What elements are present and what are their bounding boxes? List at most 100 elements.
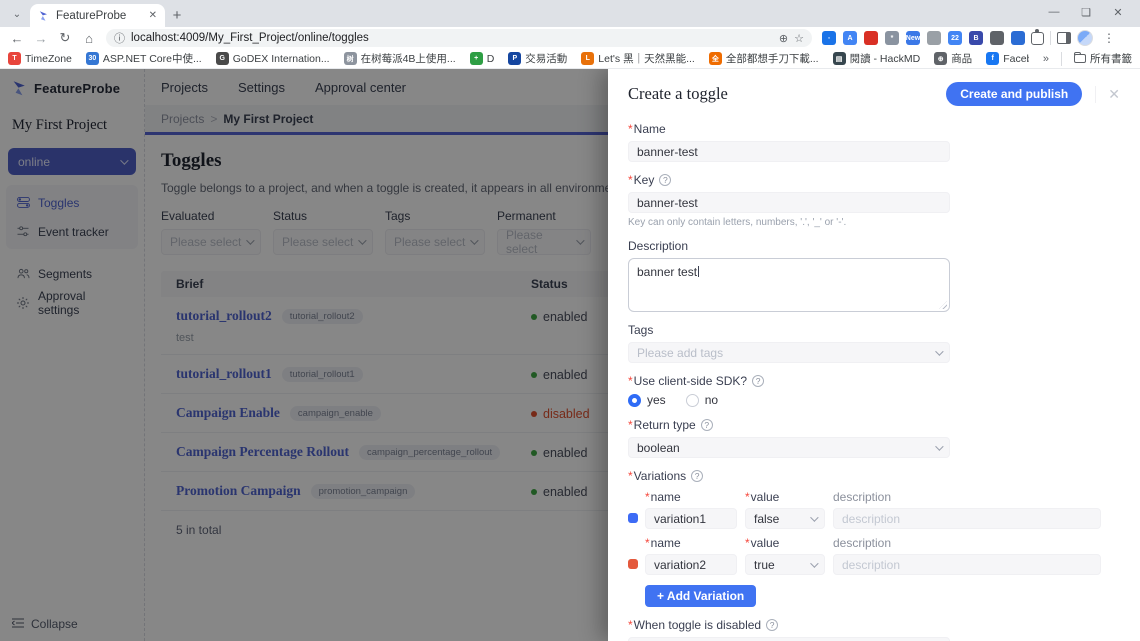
- variation-value-label: value: [745, 536, 780, 550]
- bookmark-item[interactable]: 30 ASP.NET Core中使...: [85, 51, 202, 66]
- name-input[interactable]: [628, 141, 950, 162]
- variation-value: true: [754, 557, 775, 572]
- name-section: Name: [628, 122, 1120, 162]
- extension-icon[interactable]: [864, 31, 878, 45]
- bookmark-item[interactable]: 树 在树莓派4B上使用...: [343, 51, 456, 66]
- bookmark-label: 商品: [951, 53, 973, 65]
- help-icon[interactable]: ?: [766, 619, 779, 631]
- minimize-button[interactable]: —: [1038, 0, 1070, 24]
- home-icon[interactable]: ⌂: [78, 29, 100, 47]
- bookmark-favicon: L: [581, 52, 595, 65]
- url-text[interactable]: localhost:4009/My_First_Project/online/t…: [131, 32, 773, 44]
- bookmark-item[interactable]: G GoDEX Internation...: [215, 52, 330, 65]
- bookmark-label: 在树莓派4B上使用...: [360, 53, 456, 65]
- extension-icon[interactable]: A: [843, 31, 857, 45]
- close-window-button[interactable]: ✕: [1102, 0, 1134, 24]
- close-drawer-icon[interactable]: ✕: [1095, 85, 1120, 103]
- extension-icon[interactable]: 22: [948, 31, 962, 45]
- extension-icon[interactable]: *: [885, 31, 899, 45]
- sdk-no-label: no: [704, 393, 719, 407]
- all-bookmarks-button[interactable]: 所有書籤: [1074, 51, 1132, 66]
- extension-icon[interactable]: [927, 31, 941, 45]
- extension-icon[interactable]: ◦: [822, 31, 836, 45]
- create-toggle-drawer: Create a toggle Create and publish ✕ Nam…: [608, 69, 1140, 641]
- variation-value-select[interactable]: false: [745, 508, 825, 529]
- bookmark-favicon: 30: [85, 52, 99, 65]
- forward-icon[interactable]: →: [30, 29, 52, 47]
- bookmark-item[interactable]: + D: [469, 52, 495, 65]
- bookmark-item[interactable]: ⊕ 商品: [934, 51, 972, 66]
- sdk-option-yes[interactable]: yes: [628, 393, 666, 407]
- help-icon[interactable]: ?: [691, 470, 704, 482]
- bookmark-item[interactable]: f Facebook: [986, 52, 1029, 65]
- tab-close-icon[interactable]: ✕: [149, 10, 157, 21]
- extension-icon[interactable]: [990, 31, 1004, 45]
- bookmark-star-icon[interactable]: ☆: [794, 32, 804, 45]
- variation-description-input[interactable]: [833, 554, 1101, 575]
- site-info-icon[interactable]: ⓘ: [114, 30, 125, 46]
- variation-name-label: name: [645, 490, 681, 504]
- drawer-header: Create a toggle Create and publish ✕: [608, 69, 1140, 116]
- bookmark-item[interactable]: ▤ 閱讀 - HackMD: [832, 51, 920, 66]
- sdk-section: Use client-side SDK? ? yes no: [628, 374, 1120, 407]
- variations-section: Variations ? name: [628, 469, 1120, 607]
- variation-name-input[interactable]: [645, 508, 737, 529]
- bookmark-label: 全部都想手刀下載...: [725, 53, 819, 65]
- bookmarks-overflow-icon[interactable]: »: [1043, 53, 1049, 65]
- add-variation-button[interactable]: + Add Variation: [645, 585, 757, 607]
- maximize-button[interactable]: ❏: [1070, 0, 1102, 24]
- extension-icon[interactable]: B: [969, 31, 983, 45]
- side-panel-icon[interactable]: [1057, 32, 1071, 44]
- bookmark-label: ASP.NET Core中使...: [102, 53, 202, 65]
- tab-title: FeatureProbe: [56, 9, 127, 22]
- create-and-publish-button[interactable]: Create and publish: [946, 82, 1083, 106]
- description-section: Description banner test: [628, 239, 1120, 312]
- new-tab-button[interactable]: +: [165, 4, 189, 27]
- sdk-radio-group: yes no: [628, 393, 1120, 407]
- description-textarea[interactable]: banner test: [628, 258, 950, 312]
- variation-name-field: name: [645, 490, 737, 529]
- variation-name-input[interactable]: [645, 554, 737, 575]
- profile-avatar[interactable]: [1077, 30, 1093, 46]
- sdk-option-no[interactable]: no: [685, 393, 719, 407]
- help-icon[interactable]: ?: [700, 419, 713, 431]
- back-icon[interactable]: ←: [6, 29, 28, 47]
- browser-tab[interactable]: FeatureProbe ✕: [30, 4, 165, 27]
- window-controls: — ❏ ✕: [1038, 0, 1134, 24]
- radio-selected-icon: [628, 393, 641, 407]
- bookmark-label: D: [486, 52, 495, 65]
- variation-color-swatch[interactable]: [628, 559, 638, 569]
- extension-icon[interactable]: New: [906, 31, 920, 45]
- browser-chrome: ⌄ FeatureProbe ✕ + — ❏ ✕ ← → ↻ ⌂ ⓘ local…: [0, 0, 1140, 69]
- extension-icon[interactable]: [1011, 31, 1025, 45]
- help-icon[interactable]: ?: [752, 375, 765, 387]
- name-label: Name: [628, 122, 666, 136]
- variation-description-field: description: [833, 490, 1101, 529]
- disabled-return-label: When toggle is disabled: [628, 618, 761, 632]
- bookmark-favicon: G: [215, 52, 229, 65]
- key-input[interactable]: [628, 192, 950, 213]
- bookmark-item[interactable]: T TimeZone: [8, 52, 72, 65]
- tab-search-icon[interactable]: ⌄: [8, 5, 26, 23]
- disabled-return-select[interactable]: variation1: [628, 637, 950, 641]
- tags-select[interactable]: Please add tags: [628, 342, 950, 363]
- bookmark-item[interactable]: 全 全部都想手刀下載...: [708, 51, 819, 66]
- reload-icon[interactable]: ↻: [54, 29, 76, 47]
- help-icon[interactable]: ?: [659, 174, 672, 186]
- description-value: banner test: [637, 265, 698, 279]
- toolbar-divider: [1050, 31, 1051, 45]
- return-type-select[interactable]: boolean: [628, 437, 950, 458]
- variation-row: name value false: [628, 490, 1120, 529]
- variation-color-swatch[interactable]: [628, 513, 638, 523]
- variation-description-input[interactable]: [833, 508, 1101, 529]
- key-hint: Key can only contain letters, numbers, '…: [628, 217, 847, 228]
- return-type-value: boolean: [637, 440, 680, 455]
- bookmark-item[interactable]: P 交易活動: [508, 51, 567, 66]
- address-bar[interactable]: ⓘ localhost:4009/My_First_Project/online…: [106, 29, 812, 47]
- bookmark-item[interactable]: L Let's 黑｜天然黑能...: [581, 51, 695, 66]
- browser-menu-icon[interactable]: ⋮: [1099, 31, 1119, 45]
- variation-value-select[interactable]: true: [745, 554, 825, 575]
- disabled-return-section: When toggle is disabled ? variation1: [628, 618, 1120, 641]
- extensions-puzzle-icon[interactable]: [1031, 28, 1044, 45]
- zoom-page-icon[interactable]: ⊕: [779, 32, 788, 45]
